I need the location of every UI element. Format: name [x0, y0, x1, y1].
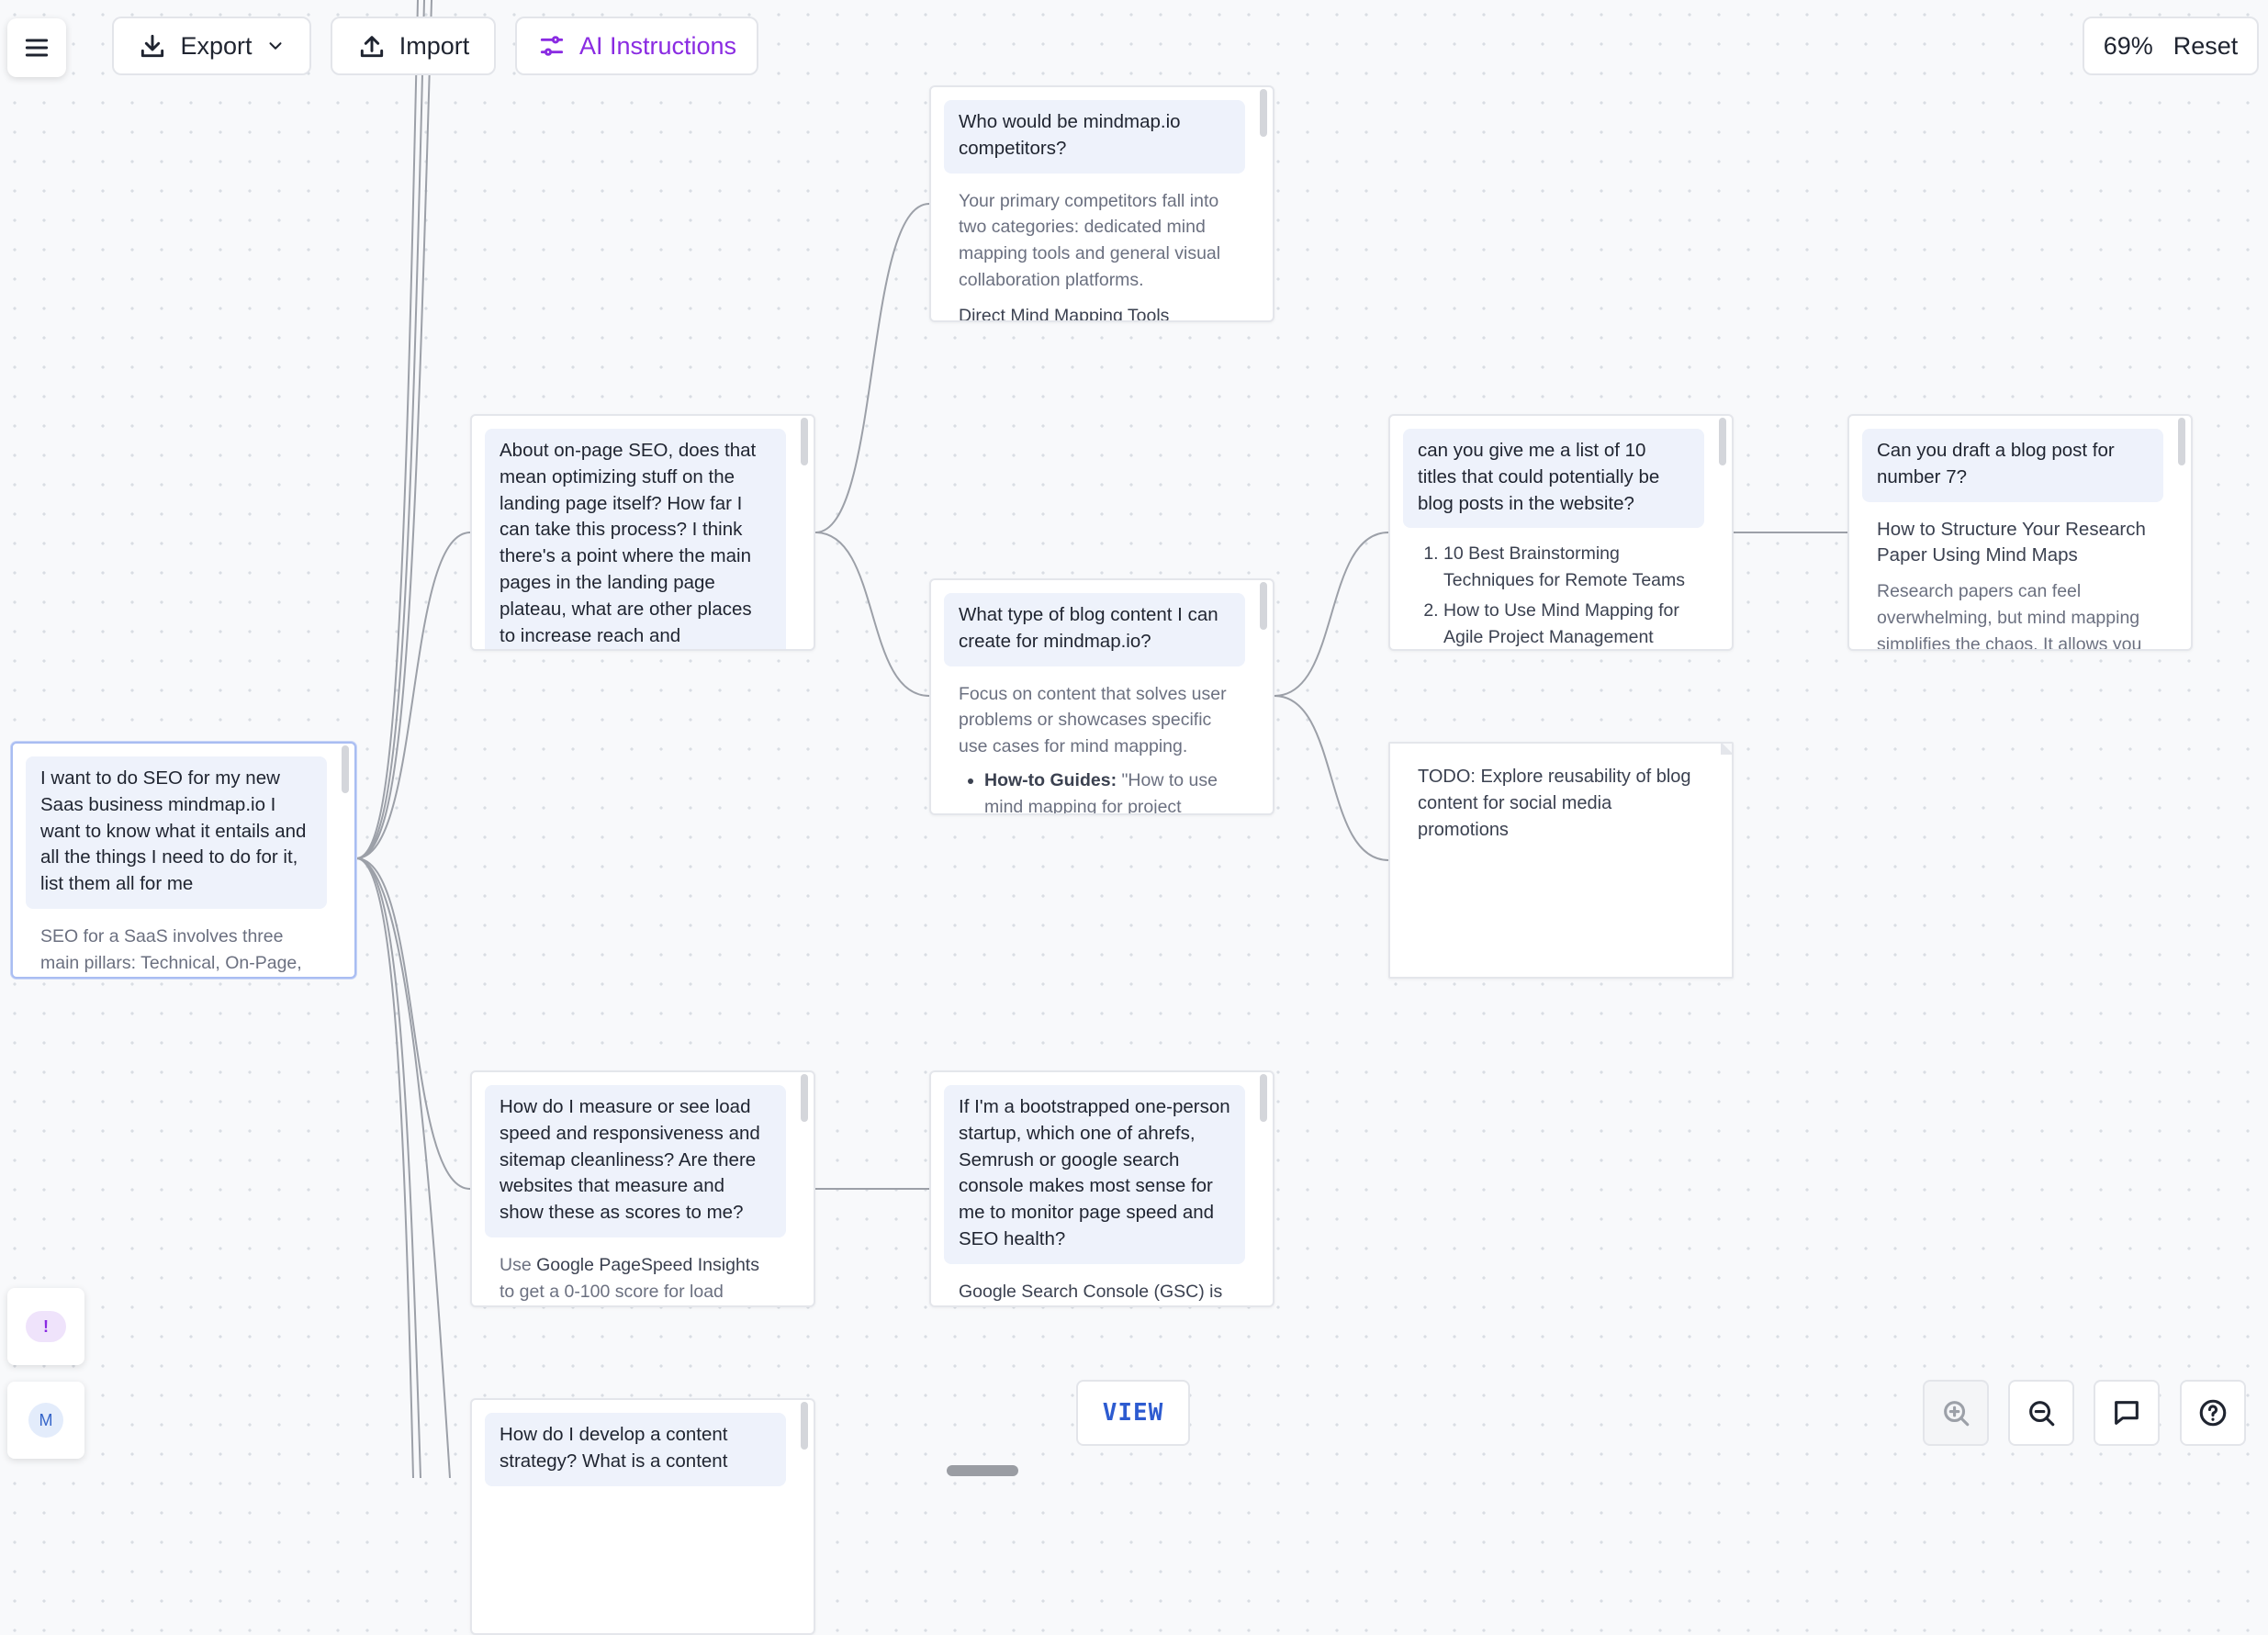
- node-answer: Use Google PageSpeed Insights to get a 0…: [485, 1237, 786, 1305]
- node-content-strategy[interactable]: How do I develop a content strategy? Wha…: [470, 1398, 815, 1635]
- node-answer: How to Structure Your Research Paper Usi…: [1862, 502, 2163, 651]
- edge-root-onpage: [355, 532, 471, 859]
- title-item: 10 Best Brainstorming Techniques for Rem…: [1443, 541, 1690, 594]
- mindmap-canvas[interactable]: I want to do SEO for my new Saas busines…: [0, 0, 2268, 1635]
- view-mode-button[interactable]: VIEW: [1076, 1380, 1190, 1446]
- node-scrollbar[interactable]: [1260, 582, 1267, 630]
- node-scrollbar[interactable]: [801, 1074, 808, 1122]
- zoom-control[interactable]: 69% Reset: [2083, 17, 2259, 75]
- notification-button[interactable]: !: [7, 1288, 84, 1365]
- node-root[interactable]: I want to do SEO for my new Saas busines…: [11, 742, 356, 979]
- zoom-out-icon: [2029, 1401, 2055, 1427]
- zoom-out-button[interactable]: [2008, 1380, 2074, 1446]
- edge-root-down-1: [355, 857, 414, 1478]
- node-question: About on-page SEO, does that mean optimi…: [485, 429, 786, 649]
- node-question: Who would be mindmap.io competitors?: [944, 100, 1245, 174]
- node-question: If I'm a bootstrapped one-person startup…: [944, 1085, 1245, 1264]
- reset-zoom-button[interactable]: Reset: [2173, 32, 2239, 61]
- answer-subheading: Direct Mind Mapping Tools: [959, 305, 1170, 322]
- bullet-label: How-to Guides:: [984, 769, 1117, 790]
- node-blog-content[interactable]: What type of blog content I can create f…: [929, 578, 1274, 815]
- node-question: How do I measure or see load speed and r…: [485, 1085, 786, 1237]
- answer-bold: Google PageSpeed Insights: [536, 1254, 759, 1275]
- node-scrollbar[interactable]: [801, 418, 808, 465]
- edge-onpage-blog: [814, 532, 930, 697]
- edge-root-up-2: [355, 0, 425, 859]
- node-scrollbar[interactable]: [342, 745, 349, 793]
- answer-bullets: How-to Guides: "How to use mind mapping …: [959, 767, 1230, 813]
- edge-onpage-competitors: [814, 203, 930, 533]
- sliders-icon: [540, 36, 564, 56]
- node-question: How do I develop a content strategy? Wha…: [485, 1413, 786, 1486]
- node-competitors[interactable]: Who would be mindmap.io competitors? You…: [929, 85, 1274, 322]
- edge-blog-titles: [1274, 532, 1389, 697]
- comment-button[interactable]: [2094, 1380, 2160, 1446]
- node-answer: Google Search Console (GSC) is: [959, 1281, 1223, 1302]
- edge-root-up-3: [355, 0, 432, 859]
- chevron-down-icon: [269, 42, 282, 50]
- node-scrollbar[interactable]: [1260, 89, 1267, 137]
- answer-text: Focus on content that solves user proble…: [959, 683, 1227, 757]
- answer-heading: How to Structure Your Research Paper Usi…: [1877, 518, 2146, 566]
- user-avatar-button[interactable]: M: [7, 1382, 84, 1459]
- export-label: Export: [180, 31, 253, 60]
- download-icon: [141, 34, 164, 58]
- export-button[interactable]: Export: [112, 17, 311, 75]
- node-question: Can you draft a blog post for number 7?: [1862, 429, 2163, 502]
- node-scrollbar[interactable]: [2178, 418, 2185, 465]
- node-question: I want to do SEO for my new Saas busines…: [26, 756, 327, 909]
- zoom-in-button[interactable]: [1923, 1380, 1989, 1446]
- answer-text: Research papers can feel overwhelming, b…: [1877, 581, 2142, 651]
- node-question: What type of blog content I can create f…: [944, 593, 1245, 666]
- edge-root-down-2: [355, 857, 421, 1478]
- answer-suffix: to get a 0-100 score for load: [500, 1281, 724, 1302]
- alert-icon: !: [26, 1311, 66, 1342]
- ai-instructions-label: AI Instructions: [578, 31, 737, 60]
- node-scrollbar[interactable]: [801, 1402, 808, 1450]
- import-button[interactable]: Import: [331, 17, 496, 75]
- answer-prefix: Use: [500, 1254, 537, 1275]
- node-blog-titles[interactable]: can you give me a list of 10 titles that…: [1388, 414, 1734, 651]
- help-icon: [2199, 1399, 2227, 1427]
- note-text[interactable]: TODO: Explore reusability of blog conten…: [1418, 764, 1704, 843]
- node-scrollbar[interactable]: [1719, 418, 1726, 465]
- node-answer: 10 Best Brainstorming Techniques for Rem…: [1403, 528, 1704, 649]
- help-button[interactable]: [2180, 1380, 2246, 1446]
- edge-blog-todo: [1274, 695, 1389, 861]
- title-item: How to Use Mind Mapping for Agile Projec…: [1443, 598, 1690, 649]
- zoom-level: 69%: [2103, 31, 2153, 60]
- edge-root-speed: [355, 857, 471, 1190]
- edge-root-down-3: [355, 857, 451, 1478]
- import-label: Import: [399, 31, 470, 60]
- zoom-in-icon: [1944, 1401, 1970, 1427]
- ai-instructions-button[interactable]: AI Instructions: [515, 17, 758, 75]
- menu-button[interactable]: [7, 18, 66, 77]
- note-corner: [1721, 744, 1732, 755]
- node-answer: SEO for a SaaS involves three main pilla…: [40, 925, 302, 973]
- upload-icon: [360, 36, 383, 58]
- node-load-speed[interactable]: How do I measure or see load speed and r…: [470, 1070, 815, 1307]
- titles-list: 10 Best Brainstorming Techniques for Rem…: [1418, 541, 1690, 649]
- avatar: M: [28, 1403, 63, 1438]
- node-blog-draft[interactable]: Can you draft a blog post for number 7? …: [1847, 414, 2193, 651]
- node-seo-tools[interactable]: If I'm a bootstrapped one-person startup…: [929, 1070, 1274, 1307]
- hamburger-icon: [25, 39, 49, 57]
- answer-bullet: How-to Guides: "How to use mind mapping …: [984, 767, 1230, 813]
- horizontal-scrollbar[interactable]: [947, 1465, 1018, 1476]
- answer-text: Your primary competitors fall into two c…: [959, 190, 1221, 290]
- chat-bubble-icon: [2115, 1401, 2139, 1425]
- node-onpage-seo[interactable]: About on-page SEO, does that mean optimi…: [470, 414, 815, 651]
- edge-root-up-1: [355, 0, 419, 859]
- node-answer: Your primary competitors fall into two c…: [944, 174, 1245, 322]
- node-scrollbar[interactable]: [1260, 1074, 1267, 1122]
- node-todo-note[interactable]: TODO: Explore reusability of blog conten…: [1388, 742, 1734, 979]
- node-question: can you give me a list of 10 titles that…: [1403, 429, 1704, 529]
- node-answer: Focus on content that solves user proble…: [944, 666, 1245, 813]
